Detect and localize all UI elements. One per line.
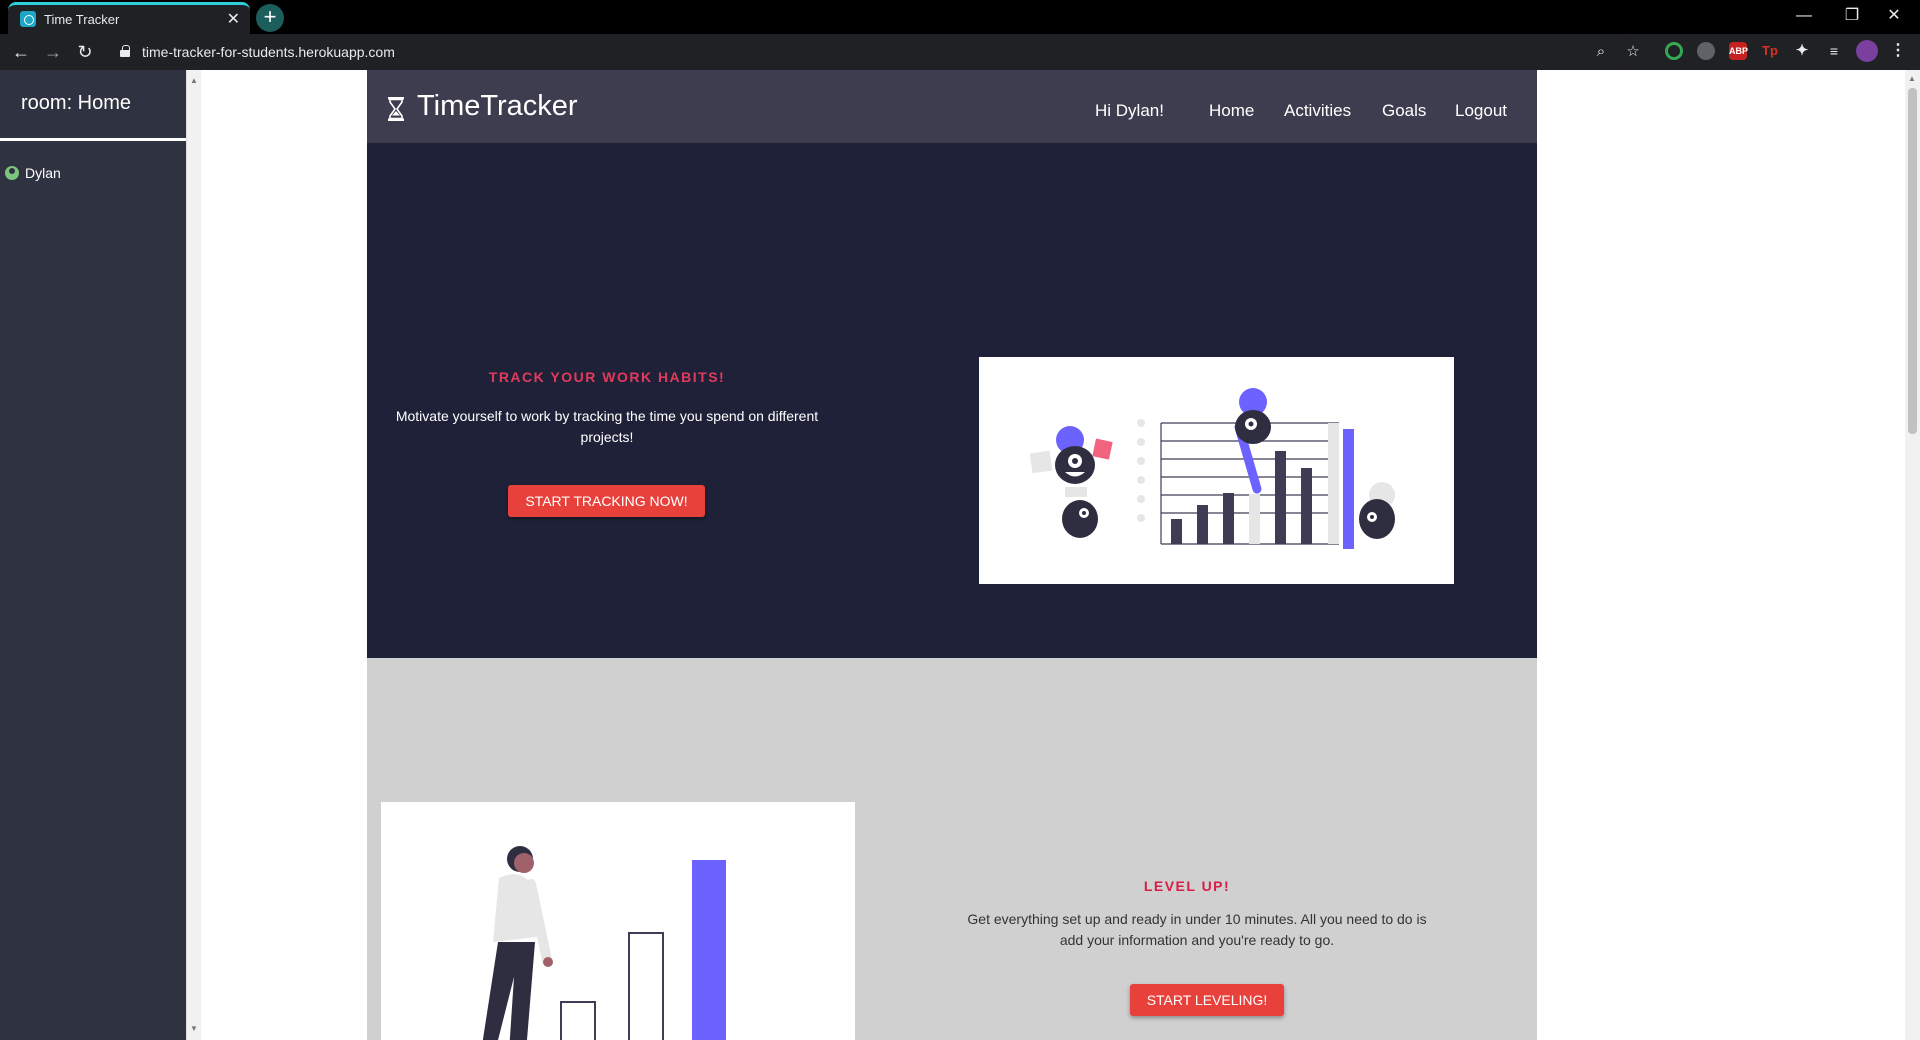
tab-title: Time Tracker: [44, 12, 120, 27]
nav-link-logout[interactable]: Logout: [1455, 101, 1507, 121]
hero-description: Motivate yourself to work by tracking th…: [395, 408, 819, 445]
lock-icon[interactable]: [120, 45, 130, 57]
analytics-illustration: [979, 357, 1454, 584]
person-climbing-bars-illustration: [482, 846, 726, 1040]
user-status-icon: [5, 166, 19, 180]
media-queue-icon[interactable]: ≡: [1825, 42, 1843, 60]
browser-toolbar: ← → ↻ time-tracker-for-students.herokuap…: [0, 34, 1920, 70]
divider: [0, 138, 186, 141]
scroll-up-icon[interactable]: ▲: [1908, 74, 1916, 83]
forward-arrow-icon[interactable]: →: [41, 40, 65, 64]
user-name: Dylan: [25, 165, 61, 181]
hero-heading: TRACK YOUR WORK HABITS!: [488, 369, 726, 385]
start-leveling-button[interactable]: START LEVELING!: [1130, 984, 1284, 1016]
level-up-heading: LEVEL UP!: [1143, 878, 1231, 894]
scroll-up-icon[interactable]: ▲: [190, 76, 198, 85]
scrollbar-thumb[interactable]: [1908, 88, 1917, 434]
level-up-description: Get everything set up and ready in under…: [967, 911, 1427, 948]
owl-extension-icon[interactable]: [1697, 42, 1715, 60]
brand-logo-text[interactable]: TimeTracker: [417, 90, 578, 123]
bookmark-star-icon[interactable]: ☆: [1623, 42, 1643, 62]
profile-avatar[interactable]: [1856, 40, 1878, 62]
clock-favicon-icon: [20, 11, 36, 27]
bar-chart-monsters-illustration: [1029, 388, 1395, 549]
scroll-down-icon[interactable]: ▼: [190, 1024, 198, 1033]
sidebar-scrollbar[interactable]: ▲ ▼: [186, 70, 201, 1040]
page-viewport: TimeTracker Hi Dylan! Home Activities Go…: [201, 70, 1905, 1040]
new-tab-button[interactable]: +: [256, 4, 284, 32]
browser-tab[interactable]: Time Tracker ✕: [8, 2, 250, 34]
nav-link-goals[interactable]: Goals: [1382, 101, 1426, 121]
level-up-illustration: [381, 802, 855, 1040]
hourglass-icon: [388, 97, 404, 121]
browser-tab-strip: Time Tracker ✕ + — ❐ ✕: [0, 0, 1920, 34]
adblock-extension-icon[interactable]: ABP: [1729, 42, 1748, 60]
nav-link-activities[interactable]: Activities: [1284, 101, 1351, 121]
minimize-icon[interactable]: —: [1784, 4, 1824, 28]
address-bar[interactable]: time-tracker-for-students.herokuapp.com …: [108, 38, 1640, 66]
kebab-menu-icon[interactable]: ⋮: [1889, 42, 1907, 60]
page-scrollbar[interactable]: ▲: [1905, 70, 1920, 1040]
restore-icon[interactable]: ❐: [1832, 4, 1872, 28]
zoom-icon[interactable]: ⌕: [1591, 42, 1611, 62]
hero-section: TRACK YOUR WORK HABITS! Motivate yoursel…: [367, 143, 1537, 658]
window-close-icon[interactable]: ✕: [1874, 4, 1914, 28]
nav-greeting[interactable]: Hi Dylan!: [1095, 101, 1164, 121]
back-arrow-icon[interactable]: ←: [9, 40, 33, 64]
url-text[interactable]: time-tracker-for-students.herokuapp.com: [142, 44, 395, 60]
level-up-section: LEVEL UP! Get everything set up and read…: [367, 658, 1537, 1040]
room-title: room: Home: [21, 92, 132, 114]
nav-link-home[interactable]: Home: [1209, 101, 1254, 121]
ring-extension-icon[interactable]: [1665, 42, 1683, 60]
room-sidebar: room: Home Dylan: [0, 70, 186, 1040]
start-tracking-button[interactable]: START TRACKING NOW!: [508, 485, 705, 517]
page-container: TimeTracker Hi Dylan! Home Activities Go…: [367, 70, 1537, 1040]
tp-extension-icon[interactable]: Tp: [1761, 42, 1779, 60]
puzzle-extensions-icon[interactable]: ✦: [1793, 42, 1811, 60]
tab-close-icon[interactable]: ✕: [227, 9, 240, 29]
reload-icon[interactable]: ↻: [73, 40, 97, 64]
top-navbar: TimeTracker Hi Dylan! Home Activities Go…: [367, 70, 1537, 143]
